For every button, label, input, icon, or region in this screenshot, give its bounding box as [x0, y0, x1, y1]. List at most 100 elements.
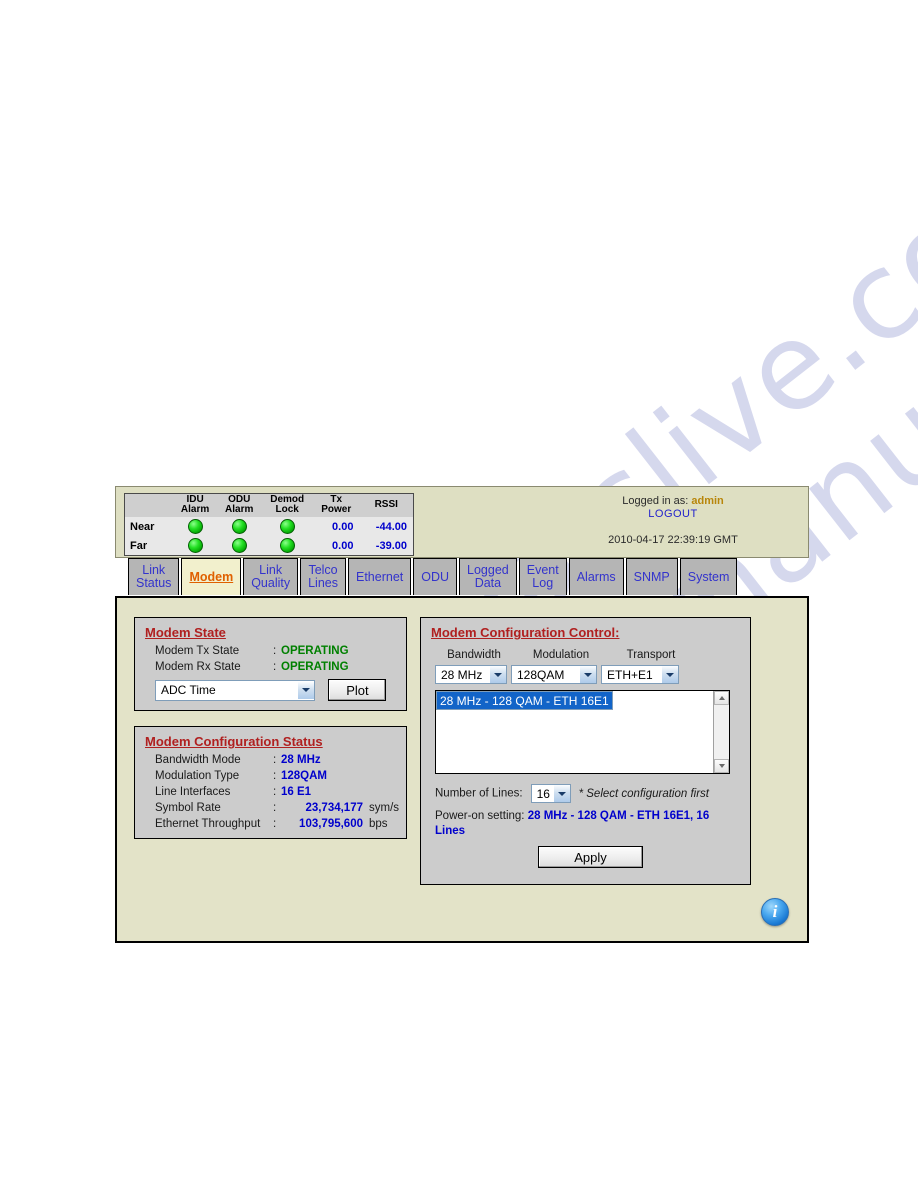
colon-separator: :: [273, 770, 277, 782]
config-control-title: Modem Configuration Control:: [431, 625, 620, 640]
number-of-lines-select[interactable]: 16: [530, 784, 571, 803]
ethernet-throughput-unit: bps: [369, 818, 388, 830]
status-cell-rssi: -39.00: [359, 536, 413, 555]
config-status-row: Bandwidth Mode:28 MHz: [155, 752, 406, 768]
idu-alarm-led: [187, 538, 203, 553]
demod-lock-led: [279, 538, 295, 553]
status-cell-idu-alarm: [173, 517, 218, 536]
modulation-select[interactable]: 128QAM: [511, 665, 597, 684]
bandwidth-mode-label: Bandwidth Mode: [155, 754, 241, 766]
colon-separator: :: [273, 818, 277, 830]
scroll-down-arrow-icon[interactable]: [714, 759, 729, 773]
status-cell-odu-alarm: [217, 536, 262, 555]
number-of-lines-value: 16: [536, 786, 550, 801]
colon-separator: :: [273, 802, 277, 814]
bandwidth-mode-value: 28 MHz: [281, 754, 321, 766]
server-timestamp: 2010-04-17 22:39:19 GMT: [608, 534, 738, 546]
modem-tx-state-label: Modem Tx State: [155, 645, 240, 657]
modem-rx-state-row: Modem Rx State: OPERATING: [155, 659, 406, 675]
config-status-row: Ethernet Throughput: 103,795,600 bps: [155, 816, 406, 832]
bandwidth-label: Bandwidth: [447, 649, 501, 661]
chevron-down-icon: [489, 666, 506, 683]
status-cell-demod-lock: [261, 536, 314, 555]
bandwidth-select[interactable]: 28 MHz: [435, 665, 507, 684]
modem-tx-state-row: Modem Tx State: OPERATING: [155, 643, 406, 659]
transport-select-value: ETH+E1: [607, 667, 653, 682]
status-row-near: Near 0.00 -44.00: [125, 517, 413, 536]
main-tab-bar: Link Status Modem Link Quality Telco Lin…: [128, 558, 809, 596]
status-row-far: Far 0.00 -39.00: [125, 536, 413, 555]
link-status-summary: IDU Alarm ODU Alarm Demod Lock Tx Power …: [124, 493, 414, 556]
app-header: IDU Alarm ODU Alarm Demod Lock Tx Power …: [115, 486, 809, 558]
tab-ethernet[interactable]: Ethernet: [347, 558, 412, 595]
status-col-demod-lock: Demod Lock: [261, 494, 314, 517]
tab-telco-lines[interactable]: Telco Lines: [300, 558, 346, 595]
logged-in-label: Logged in as:: [622, 495, 692, 507]
status-col-odu-alarm: ODU Alarm: [217, 494, 262, 517]
plot-button[interactable]: Plot: [328, 679, 387, 701]
config-status-row: Line Interfaces:16 E1: [155, 784, 406, 800]
tab-link-status[interactable]: Link Status: [128, 558, 180, 595]
config-status-title: Modem Configuration Status: [145, 734, 323, 749]
transport-label: Transport: [626, 649, 676, 661]
status-row-label: Far: [125, 536, 173, 555]
plot-controls: ADC Time Plot: [155, 679, 387, 701]
chevron-down-icon: [579, 666, 596, 683]
tab-snmp[interactable]: SNMP: [625, 558, 678, 595]
plot-source-value: ADC Time: [161, 683, 216, 697]
status-col-rssi: RSSI: [359, 494, 413, 517]
power-on-setting-label: Power-on setting:: [435, 810, 525, 822]
odu-alarm-led: [231, 538, 247, 553]
colon-separator: :: [273, 786, 277, 798]
status-col-tx-power: Tx Power: [313, 494, 360, 517]
tab-odu[interactable]: ODU: [413, 558, 458, 595]
ethernet-throughput-label: Ethernet Throughput: [155, 818, 261, 830]
tab-system[interactable]: System: [679, 558, 738, 595]
ethernet-throughput-value: 103,795,600: [299, 818, 363, 830]
tab-modem[interactable]: Modem: [181, 558, 242, 595]
modem-configuration-status-panel: Modem Configuration Status Bandwidth Mod…: [134, 726, 407, 839]
config-status-row: Modulation Type:128QAM: [155, 768, 406, 784]
tab-logged-data[interactable]: Logged Data: [459, 558, 517, 595]
status-cell-odu-alarm: [217, 517, 262, 536]
tab-event-log[interactable]: Event Log: [518, 558, 567, 595]
modem-page-content: Modem State Modem Tx State: OPERATING Mod…: [115, 596, 809, 943]
modulation-select-value: 128QAM: [517, 667, 565, 682]
status-cell-rssi: -44.00: [359, 517, 413, 536]
config-control-selects: 28 MHz 128QAM ETH+E1: [435, 665, 679, 684]
tab-alarms[interactable]: Alarms: [568, 558, 624, 595]
symbol-rate-value: 23,734,177: [305, 802, 363, 814]
status-cell-idu-alarm: [173, 536, 218, 555]
configuration-list-items: 28 MHz - 128 QAM - ETH 16E1: [436, 691, 713, 773]
tab-link-quality[interactable]: Link Quality: [243, 558, 299, 595]
symbol-rate-unit: sym/s: [369, 802, 400, 814]
modulation-type-value: 128QAM: [281, 770, 328, 782]
transport-select[interactable]: ETH+E1: [601, 665, 679, 684]
plot-source-select[interactable]: ADC Time: [155, 679, 315, 701]
session-info: Logged in as: admin LOGOUT 2010-04-17 22…: [548, 495, 798, 546]
status-col-corner: [125, 494, 173, 517]
modem-state-title: Modem State: [145, 625, 226, 640]
modulation-type-label: Modulation Type: [155, 770, 240, 782]
demod-lock-led: [279, 519, 295, 534]
status-cell-demod-lock: [261, 517, 314, 536]
config-control-column-labels: Bandwidth Modulation Transport: [435, 649, 735, 661]
status-row-label: Near: [125, 517, 173, 536]
line-interfaces-value: 16 E1: [281, 786, 312, 798]
number-of-lines-label: Number of Lines:: [435, 787, 523, 800]
logout-link[interactable]: LOGOUT: [548, 508, 798, 520]
scroll-up-arrow-icon[interactable]: [714, 691, 729, 705]
modem-tx-state-value: OPERATING: [281, 645, 349, 657]
symbol-rate-label: Symbol Rate: [155, 802, 221, 814]
power-on-setting-row: Power-on setting: 28 MHz - 128 QAM - ETH…: [435, 809, 735, 839]
listbox-scrollbar[interactable]: [713, 691, 729, 773]
status-cell-tx-power: 0.00: [313, 517, 360, 536]
apply-button[interactable]: Apply: [538, 846, 643, 868]
config-status-row: Symbol Rate: 23,734,177 sym/s: [155, 800, 406, 816]
configuration-listbox[interactable]: 28 MHz - 128 QAM - ETH 16E1: [435, 690, 730, 774]
select-configuration-hint: * Select configuration first: [578, 787, 709, 800]
list-item[interactable]: 28 MHz - 128 QAM - ETH 16E1: [436, 691, 613, 710]
line-interfaces-label: Line Interfaces: [155, 786, 231, 798]
info-icon[interactable]: i: [761, 898, 789, 926]
status-table: IDU Alarm ODU Alarm Demod Lock Tx Power …: [125, 494, 413, 555]
